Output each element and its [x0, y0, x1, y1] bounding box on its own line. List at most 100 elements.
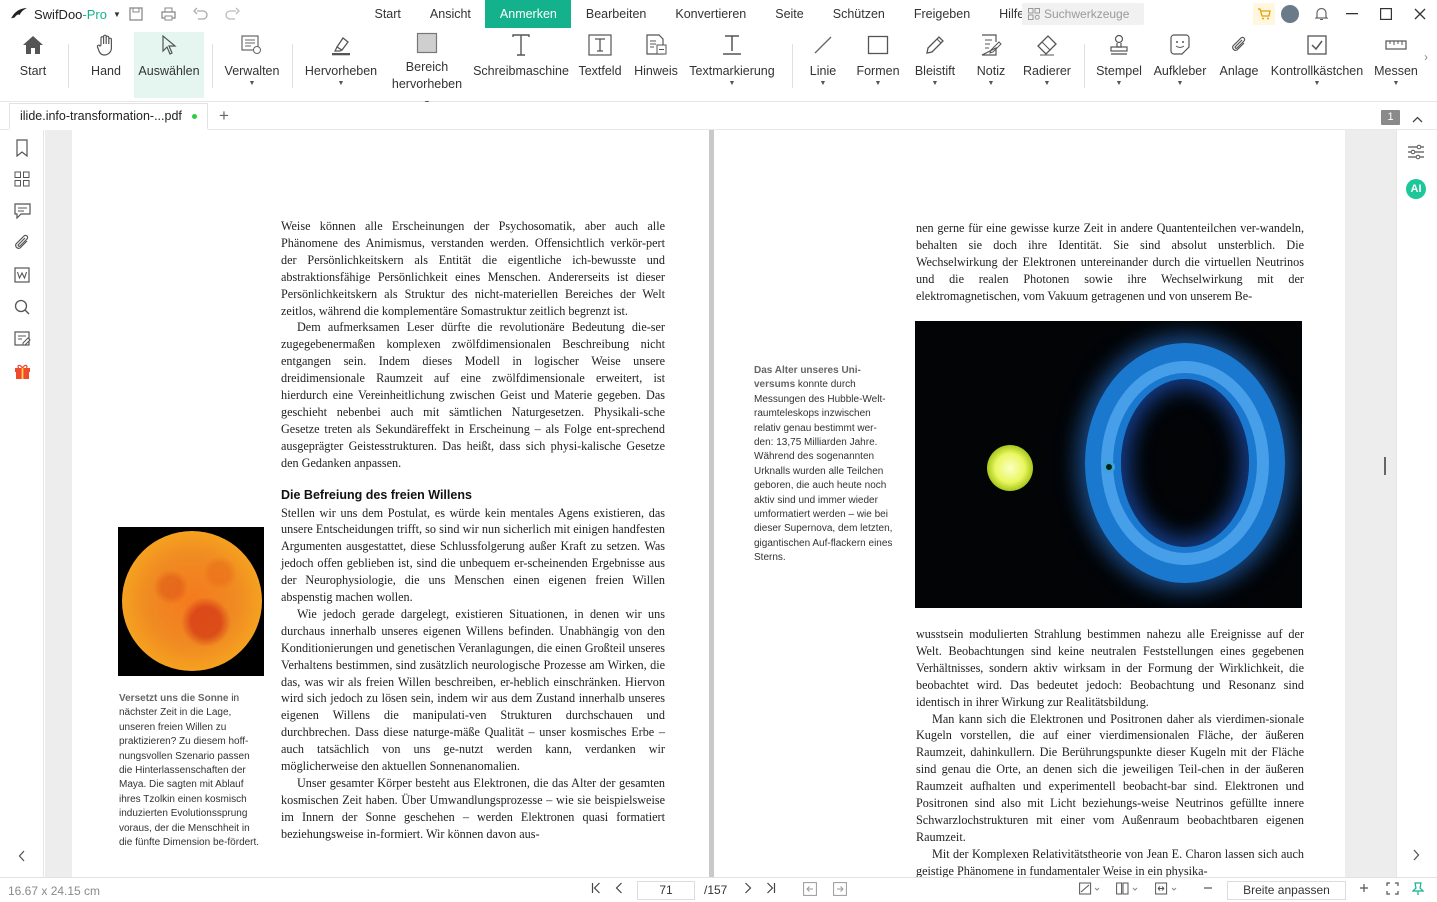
shapes-button[interactable]: Formen ▼ [854, 32, 902, 98]
previous-page-icon[interactable] [615, 882, 623, 898]
ai-assistant-icon[interactable]: AI [1406, 179, 1426, 199]
menu-item-bearbeiten[interactable]: Bearbeiten [571, 0, 660, 28]
memo-button[interactable]: Notiz ▼ [970, 32, 1012, 98]
line-icon [810, 32, 836, 58]
page-dimensions: 16.67 x 24.15 cm [8, 884, 101, 898]
home-icon [20, 32, 46, 58]
paragraph: Dem aufmerksamen Leser dürfte die revolu… [281, 320, 665, 470]
form-icon[interactable] [12, 329, 32, 349]
print-icon[interactable] [160, 6, 176, 22]
next-page-icon[interactable] [744, 882, 752, 898]
pin-icon[interactable] [1411, 882, 1425, 900]
memo-label: Notiz [976, 64, 1006, 78]
title-bar: SwifDoo -Pro ▼ Start Ansicht Anmerken Bearbe… [0, 0, 1437, 28]
menu-item-anmerken[interactable]: Anmerken [485, 0, 572, 28]
menu-item-freigeben[interactable]: Freigeben [899, 0, 984, 28]
bookmark-icon[interactable] [12, 138, 32, 158]
hand-tool-button[interactable]: Hand [85, 32, 127, 98]
menu-item-start[interactable]: Start [360, 0, 415, 28]
word-icon[interactable] [12, 265, 32, 285]
next-view-icon[interactable] [833, 882, 847, 900]
app-name: SwifDoo [34, 6, 83, 22]
area-highlight-label-1: Bereich [405, 60, 449, 74]
menu-item-ansicht[interactable]: Ansicht [415, 0, 485, 28]
section-heading: Die Befreiung des freien Willens [281, 487, 472, 502]
manage-label: Verwalten [224, 64, 280, 78]
paragraph: Unser gesamter Körper besteht aus Elektr… [281, 776, 665, 841]
page-number-input[interactable]: 71 [637, 881, 695, 900]
cursor-icon [156, 32, 182, 58]
fullscreen-icon[interactable] [1386, 882, 1399, 899]
page-layout-icon[interactable] [1116, 882, 1140, 900]
note-button[interactable]: Hinweis [632, 32, 680, 98]
document-canvas[interactable]: Weise können alle Erscheinungen der Psyc… [45, 130, 1396, 877]
supernova-photo [915, 321, 1302, 608]
menu-item-schützen[interactable]: Schützen [818, 0, 899, 28]
close-icon[interactable] [1403, 0, 1437, 28]
thumbnails-icon[interactable] [12, 169, 32, 189]
first-page-icon[interactable] [591, 882, 601, 898]
previous-view-icon[interactable] [803, 882, 817, 900]
attachment-button[interactable]: Anlage [1216, 32, 1262, 98]
sun-spots [122, 531, 262, 671]
user-avatar-icon[interactable] [1281, 5, 1299, 23]
bell-icon[interactable] [1307, 0, 1335, 28]
saved-status-dot [191, 113, 197, 119]
textmark-label: Textmarkierung [689, 64, 775, 78]
sticker-button[interactable]: Aufkleber ▼ [1152, 32, 1208, 98]
reading-mode-icon[interactable] [1079, 882, 1101, 900]
gift-icon[interactable] [12, 361, 32, 381]
textfield-button[interactable]: Textfeld [576, 32, 624, 98]
chevron-up-icon[interactable] [1412, 112, 1423, 126]
zoom-out-icon[interactable] [1203, 882, 1213, 898]
stamp-button[interactable]: Stempel ▼ [1094, 32, 1144, 98]
eraser-button[interactable]: Radierer ▼ [1020, 32, 1074, 98]
panel-collapse-left-icon[interactable] [12, 846, 32, 866]
undo-icon[interactable] [192, 6, 208, 22]
status-bar: 16.67 x 24.15 cm 71 /157 Breite anpassen [0, 877, 1437, 902]
menu-item-seite[interactable]: Seite [761, 0, 819, 28]
cart-icon[interactable] [1253, 3, 1275, 25]
zoom-mode-select[interactable]: Breite anpassen [1227, 881, 1346, 900]
menu-item-konvertieren[interactable]: Konvertieren [661, 0, 761, 28]
search-tools-field[interactable]: Suchwerkzeuge [1022, 3, 1144, 25]
typewriter-button[interactable]: Schreibmaschine [473, 32, 569, 98]
caption-body: konnte durch Messungen des Hubble-Welt-r… [754, 379, 893, 564]
minimize-icon[interactable] [1335, 0, 1369, 28]
settings-sliders-icon[interactable] [1407, 144, 1425, 163]
checkbox-button[interactable]: Kontrollkästchen ▼ [1270, 32, 1364, 98]
measure-button[interactable]: Messen ▼ [1372, 32, 1420, 98]
caption-heading: Versetzt uns die Sonne [119, 693, 229, 704]
attachment-panel-icon[interactable] [12, 233, 32, 253]
chevron-down-icon: ▼ [1043, 80, 1051, 87]
add-tab-button[interactable]: + [219, 107, 229, 124]
document-tab[interactable]: ilide.info-transformation-...pdf [9, 103, 208, 130]
maximize-icon[interactable] [1369, 0, 1403, 28]
textmark-button[interactable]: Textmarkierung ▼ [688, 32, 776, 98]
line-button[interactable]: Linie ▼ [804, 32, 842, 98]
pencil-button[interactable]: Bleistift ▼ [910, 32, 960, 98]
panel-expand-right-icon[interactable] [1412, 849, 1420, 864]
area-highlight-button[interactable]: Bereich hervorheben ▼ [388, 32, 466, 107]
app-edition: -Pro [82, 6, 107, 22]
sticker-icon [1167, 32, 1193, 58]
zoom-in-icon[interactable] [1359, 882, 1369, 898]
toolbar-scroll-right-icon[interactable]: › [1424, 50, 1428, 64]
paragraph: Man kann sich die Elektronen und Positro… [916, 711, 1304, 844]
select-tool-button[interactable]: Auswählen [134, 32, 204, 98]
highlight-button[interactable]: Hervorheben ▼ [304, 32, 378, 98]
redo-icon[interactable] [224, 6, 240, 22]
document-tab-bar: ilide.info-transformation-...pdf + [0, 102, 1437, 130]
search-icon[interactable] [12, 297, 32, 317]
app-menu[interactable]: SwifDoo -Pro ▼ [0, 7, 122, 22]
comment-icon[interactable] [12, 201, 32, 221]
vertical-scroll-handle[interactable] [1384, 457, 1386, 475]
area-highlight-label-2: hervorheben [391, 77, 463, 91]
last-page-icon[interactable] [766, 882, 776, 898]
start-button[interactable]: Start [13, 32, 53, 98]
save-icon[interactable] [128, 6, 144, 22]
manage-button[interactable]: Verwalten ▼ [224, 32, 280, 98]
separator [212, 44, 213, 88]
select-label: Auswählen [138, 64, 200, 78]
fit-page-icon[interactable] [1155, 882, 1179, 900]
